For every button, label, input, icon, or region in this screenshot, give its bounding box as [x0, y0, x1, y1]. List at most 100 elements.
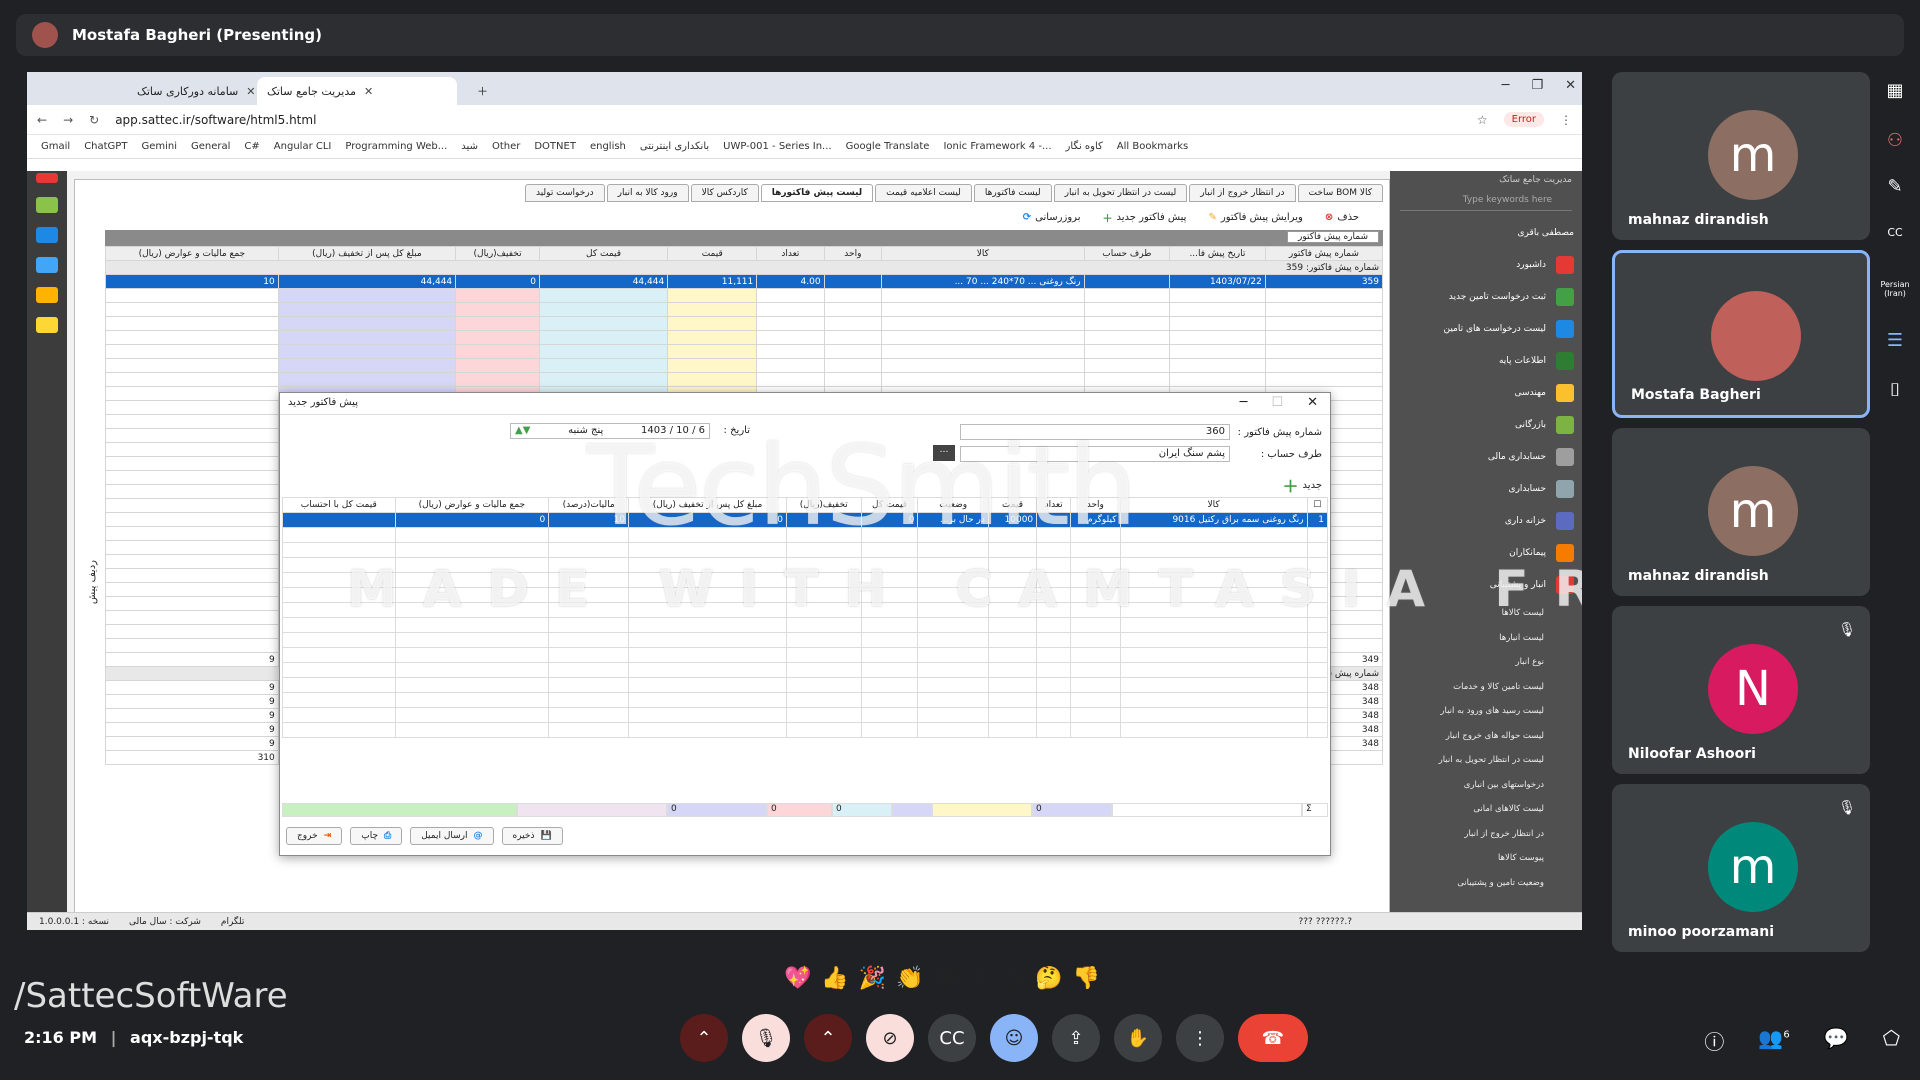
- dialog-cell[interactable]: [987, 647, 1038, 663]
- dialog-cell[interactable]: [628, 692, 787, 708]
- app-tab[interactable]: لیست اعلامیه قیمت: [875, 184, 972, 202]
- dialog-cell[interactable]: [786, 662, 862, 678]
- column-header[interactable]: شماره پیش فاکتور: [1264, 246, 1384, 261]
- phone-icon[interactable]: [36, 227, 58, 243]
- minimize-icon[interactable]: ─: [1502, 78, 1510, 93]
- bookmark-item[interactable]: Google Translate: [846, 141, 930, 152]
- dialog-cell[interactable]: 0: [394, 512, 550, 528]
- activities-icon[interactable]: ⬠: [1883, 1026, 1900, 1055]
- dialog-cell[interactable]: [1119, 617, 1308, 633]
- dialog-column-header[interactable]: کالا: [1119, 497, 1308, 513]
- reaction-emoji[interactable]: 🎉: [859, 966, 886, 991]
- dialog-cell[interactable]: [1036, 722, 1072, 738]
- dialog-cell[interactable]: [860, 722, 919, 738]
- dialog-cell[interactable]: 1: [1306, 512, 1329, 528]
- dialog-cell[interactable]: [917, 677, 989, 693]
- dialog-cell[interactable]: [917, 692, 989, 708]
- dialog-cell[interactable]: [860, 692, 919, 708]
- apps-grid-icon[interactable]: ▦: [1880, 80, 1910, 101]
- dialog-cell[interactable]: [860, 647, 919, 663]
- dialog-cell[interactable]: [548, 722, 630, 738]
- nav-subitem[interactable]: لیست در انتظار تحویل به انبار: [1390, 748, 1582, 773]
- dialog-cell[interactable]: [1306, 647, 1329, 663]
- dialog-cell[interactable]: [628, 662, 787, 678]
- nav-item[interactable]: اطلاعات پایه: [1390, 345, 1582, 377]
- dialog-cell[interactable]: [917, 707, 989, 723]
- dialog-empty-row[interactable]: [282, 707, 1329, 723]
- app-tab[interactable]: در انتظار خروج از انبار: [1189, 184, 1296, 202]
- dialog-cell[interactable]: [1119, 677, 1308, 693]
- dialog-cell[interactable]: [394, 647, 550, 663]
- dialog-cell[interactable]: [1306, 677, 1329, 693]
- bookmark-item[interactable]: کاوه نگار: [1066, 141, 1103, 152]
- dialog-empty-row[interactable]: [282, 617, 1329, 633]
- dialog-cell[interactable]: [1036, 617, 1072, 633]
- camera-snap-icon[interactable]: ⌷: [1880, 380, 1910, 401]
- dialog-cell[interactable]: [1306, 692, 1329, 708]
- dialog-cell[interactable]: [628, 647, 787, 663]
- dialog-cell[interactable]: [1306, 542, 1329, 558]
- dialog-cell[interactable]: [860, 662, 919, 678]
- column-header[interactable]: کالا: [881, 246, 1085, 261]
- dialog-cell[interactable]: [860, 617, 919, 633]
- nav-search[interactable]: Type keywords here: [1400, 195, 1572, 211]
- nav-item[interactable]: داشبورد: [1390, 249, 1582, 281]
- cc-icon[interactable]: CC: [1880, 226, 1910, 239]
- dialog-cell[interactable]: [548, 677, 630, 693]
- dialog-empty-row[interactable]: [282, 677, 1329, 693]
- nav-subitem[interactable]: لیست حواله های خروج انبار: [1390, 724, 1582, 749]
- dialog-cell[interactable]: [1119, 707, 1308, 723]
- raise-hand-button[interactable]: ✋: [1114, 1014, 1162, 1062]
- dialog-cell[interactable]: [282, 542, 396, 558]
- close-window-icon[interactable]: ✕: [1565, 78, 1576, 93]
- dialog-empty-row[interactable]: [282, 662, 1329, 678]
- dialog-cell[interactable]: [1306, 662, 1329, 678]
- dialog-cell[interactable]: [1119, 647, 1308, 663]
- close-icon[interactable]: ✕: [364, 85, 373, 98]
- maximize-icon[interactable]: ☐: [1271, 395, 1283, 410]
- reaction-emoji[interactable]: 👏: [896, 966, 923, 991]
- bookmark-item[interactable]: Ionic Framework 4 -...: [943, 141, 1051, 152]
- dialog-cell[interactable]: [282, 707, 396, 723]
- dialog-cell[interactable]: [628, 677, 787, 693]
- dialog-cell[interactable]: [917, 722, 989, 738]
- bookmark-item[interactable]: General: [191, 141, 230, 152]
- dialog-cell[interactable]: [917, 632, 989, 648]
- dialog-cell[interactable]: [786, 677, 862, 693]
- reaction-emoji[interactable]: 😂: [934, 966, 960, 991]
- menu-icon[interactable]: ⋮: [1560, 113, 1572, 127]
- bookmark-item[interactable]: Angular CLI: [274, 141, 332, 152]
- dialog-cell[interactable]: رنگ روغنی سمه براق رکتیل 9016: [1119, 512, 1308, 528]
- nav-item[interactable]: حسابداری: [1390, 473, 1582, 505]
- nav-item[interactable]: بازرگانی: [1390, 409, 1582, 441]
- dialog-cell[interactable]: [987, 632, 1038, 648]
- dialog-cell[interactable]: [786, 632, 862, 648]
- star-icon[interactable]: ☆: [1477, 113, 1488, 127]
- dialog-cell[interactable]: [282, 677, 396, 693]
- column-header[interactable]: تخفیف(ریال): [455, 246, 540, 261]
- bookmark-item[interactable]: ChatGPT: [84, 141, 127, 152]
- app-tab[interactable]: لیست در انتظار تحویل به انبار: [1053, 184, 1188, 202]
- table-row[interactable]: [105, 330, 1384, 345]
- nav-subitem[interactable]: درخواستهای بین انباری: [1390, 773, 1582, 798]
- dialog-cell[interactable]: [1070, 647, 1121, 663]
- app-tab[interactable]: ورود کالا به انبار: [606, 184, 689, 202]
- people-icon[interactable]: 👥6: [1758, 1026, 1789, 1055]
- dialog-cell[interactable]: [1036, 662, 1072, 678]
- reaction-emoji[interactable]: 👍: [821, 966, 848, 991]
- url-field[interactable]: app.sattec.ir/software/html5.html: [115, 113, 1461, 127]
- reaction-emoji[interactable]: 💖: [784, 966, 811, 991]
- dialog-cell[interactable]: [1070, 632, 1121, 648]
- dialog-cell[interactable]: [1036, 647, 1072, 663]
- column-header[interactable]: تاریخ پیش فا...: [1169, 246, 1266, 261]
- column-header[interactable]: واحد: [823, 246, 883, 261]
- bookmark-item[interactable]: All Bookmarks: [1117, 141, 1188, 152]
- participant-tile[interactable]: m minoo poorzamani 🎙: [1612, 784, 1870, 952]
- forward-icon[interactable]: →: [63, 113, 73, 127]
- dialog-cell[interactable]: [786, 692, 862, 708]
- dialog-cell[interactable]: [1036, 692, 1072, 708]
- language-label[interactable]: Persian (Iran): [1880, 280, 1910, 298]
- dialog-column-header[interactable]: قیمت کل با احتساب: [282, 497, 396, 513]
- dialog-cell[interactable]: [628, 632, 787, 648]
- participant-tile[interactable]: m mahnaz dirandish: [1612, 72, 1870, 240]
